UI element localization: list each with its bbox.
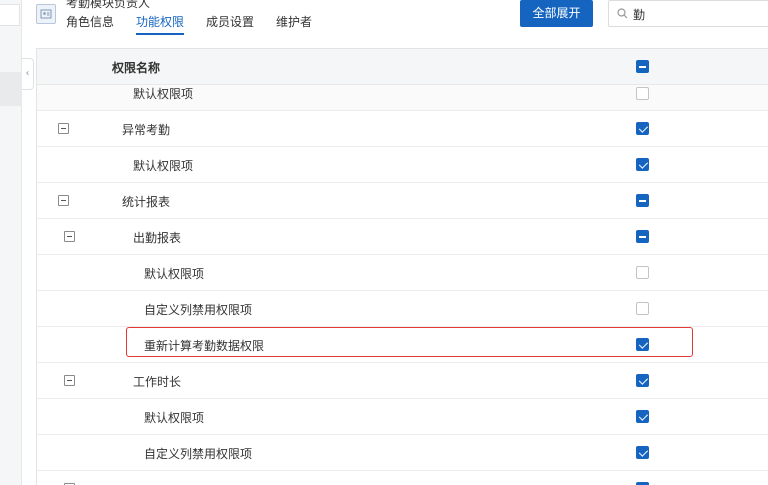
search-input[interactable] bbox=[633, 4, 763, 24]
table-row: 自定义列禁用权限项 bbox=[37, 435, 768, 471]
collapse-panel-icon[interactable]: ‹ bbox=[22, 58, 34, 90]
role-icon bbox=[36, 4, 56, 24]
collapse-toggle-icon[interactable] bbox=[58, 195, 69, 206]
permission-label: 默认权限项 bbox=[144, 267, 205, 281]
search-icon bbox=[617, 8, 628, 19]
table-row: 自定义列禁用权限项 bbox=[37, 291, 768, 327]
permission-checkbox[interactable] bbox=[636, 302, 649, 315]
permission-checkbox[interactable] bbox=[636, 158, 649, 171]
tab-member-settings[interactable]: 成员设置 bbox=[206, 13, 254, 35]
role-title: 考勤模块负责人 bbox=[66, 0, 151, 10]
table-row bbox=[37, 471, 768, 485]
tab-maintainers[interactable]: 维护者 bbox=[276, 13, 312, 35]
permission-checkbox[interactable] bbox=[636, 338, 649, 351]
permission-label: 自定义列禁用权限项 bbox=[144, 303, 253, 317]
tab-function-permissions[interactable]: 功能权限 bbox=[136, 13, 185, 35]
permission-checkbox[interactable] bbox=[636, 374, 649, 387]
table-row: 统计报表 bbox=[37, 183, 768, 219]
tab-role-info[interactable]: 角色信息 bbox=[66, 13, 114, 35]
permission-table: 权限名称 默认权限项 异常考勤 默认权限项 统计报表 出勤报表 默认权限项 自定… bbox=[36, 48, 768, 485]
table-row: 异常考勤 bbox=[37, 111, 768, 147]
permission-label: 异常考勤 bbox=[122, 123, 171, 137]
permission-label: 默认权限项 bbox=[133, 87, 194, 101]
permission-checkbox[interactable] bbox=[636, 194, 649, 207]
permission-checkbox[interactable] bbox=[636, 410, 649, 423]
header: 考勤模块负责人 角色信息 功能权限 成员设置 维护者 全部展开 bbox=[22, 0, 768, 40]
permission-checkbox[interactable] bbox=[636, 446, 649, 459]
collapse-toggle-icon[interactable] bbox=[64, 375, 75, 386]
table-row: 出勤报表 bbox=[37, 219, 768, 255]
permission-label: 工作时长 bbox=[133, 375, 182, 389]
permission-checkbox[interactable] bbox=[636, 87, 649, 100]
permission-label: 默认权限项 bbox=[133, 159, 194, 173]
permission-label: 自定义列禁用权限项 bbox=[144, 447, 253, 461]
table-row: 默认权限项 bbox=[37, 147, 768, 183]
permission-label: 出勤报表 bbox=[133, 231, 182, 245]
permission-label: 默认权限项 bbox=[144, 411, 205, 425]
permission-checkbox[interactable] bbox=[636, 122, 649, 135]
table-row: 默认权限项 bbox=[37, 399, 768, 435]
expand-all-button[interactable]: 全部展开 bbox=[520, 0, 593, 27]
select-all-checkbox[interactable] bbox=[636, 60, 649, 73]
table-header: 权限名称 bbox=[37, 49, 768, 85]
search-box[interactable] bbox=[608, 0, 768, 27]
left-pane-input-stub[interactable] bbox=[0, 4, 20, 26]
table-row: 默认权限项 bbox=[37, 255, 768, 291]
collapse-toggle-icon[interactable] bbox=[64, 231, 75, 242]
left-pane bbox=[0, 0, 22, 485]
permission-label: 统计报表 bbox=[122, 195, 171, 209]
permission-checkbox[interactable] bbox=[636, 230, 649, 243]
permission-label: 重新计算考勤数据权限 bbox=[144, 339, 265, 353]
left-pane-selected-item[interactable] bbox=[0, 72, 22, 106]
table-row: 默认权限项 bbox=[37, 85, 768, 111]
tab-bar: 角色信息 功能权限 成员设置 维护者 bbox=[66, 13, 334, 35]
table-row: 重新计算考勤数据权限 bbox=[37, 327, 768, 363]
collapse-toggle-icon[interactable] bbox=[58, 123, 69, 134]
table-row: 工作时长 bbox=[37, 363, 768, 399]
permission-checkbox[interactable] bbox=[636, 266, 649, 279]
column-header-permission-name: 权限名称 bbox=[112, 61, 161, 75]
